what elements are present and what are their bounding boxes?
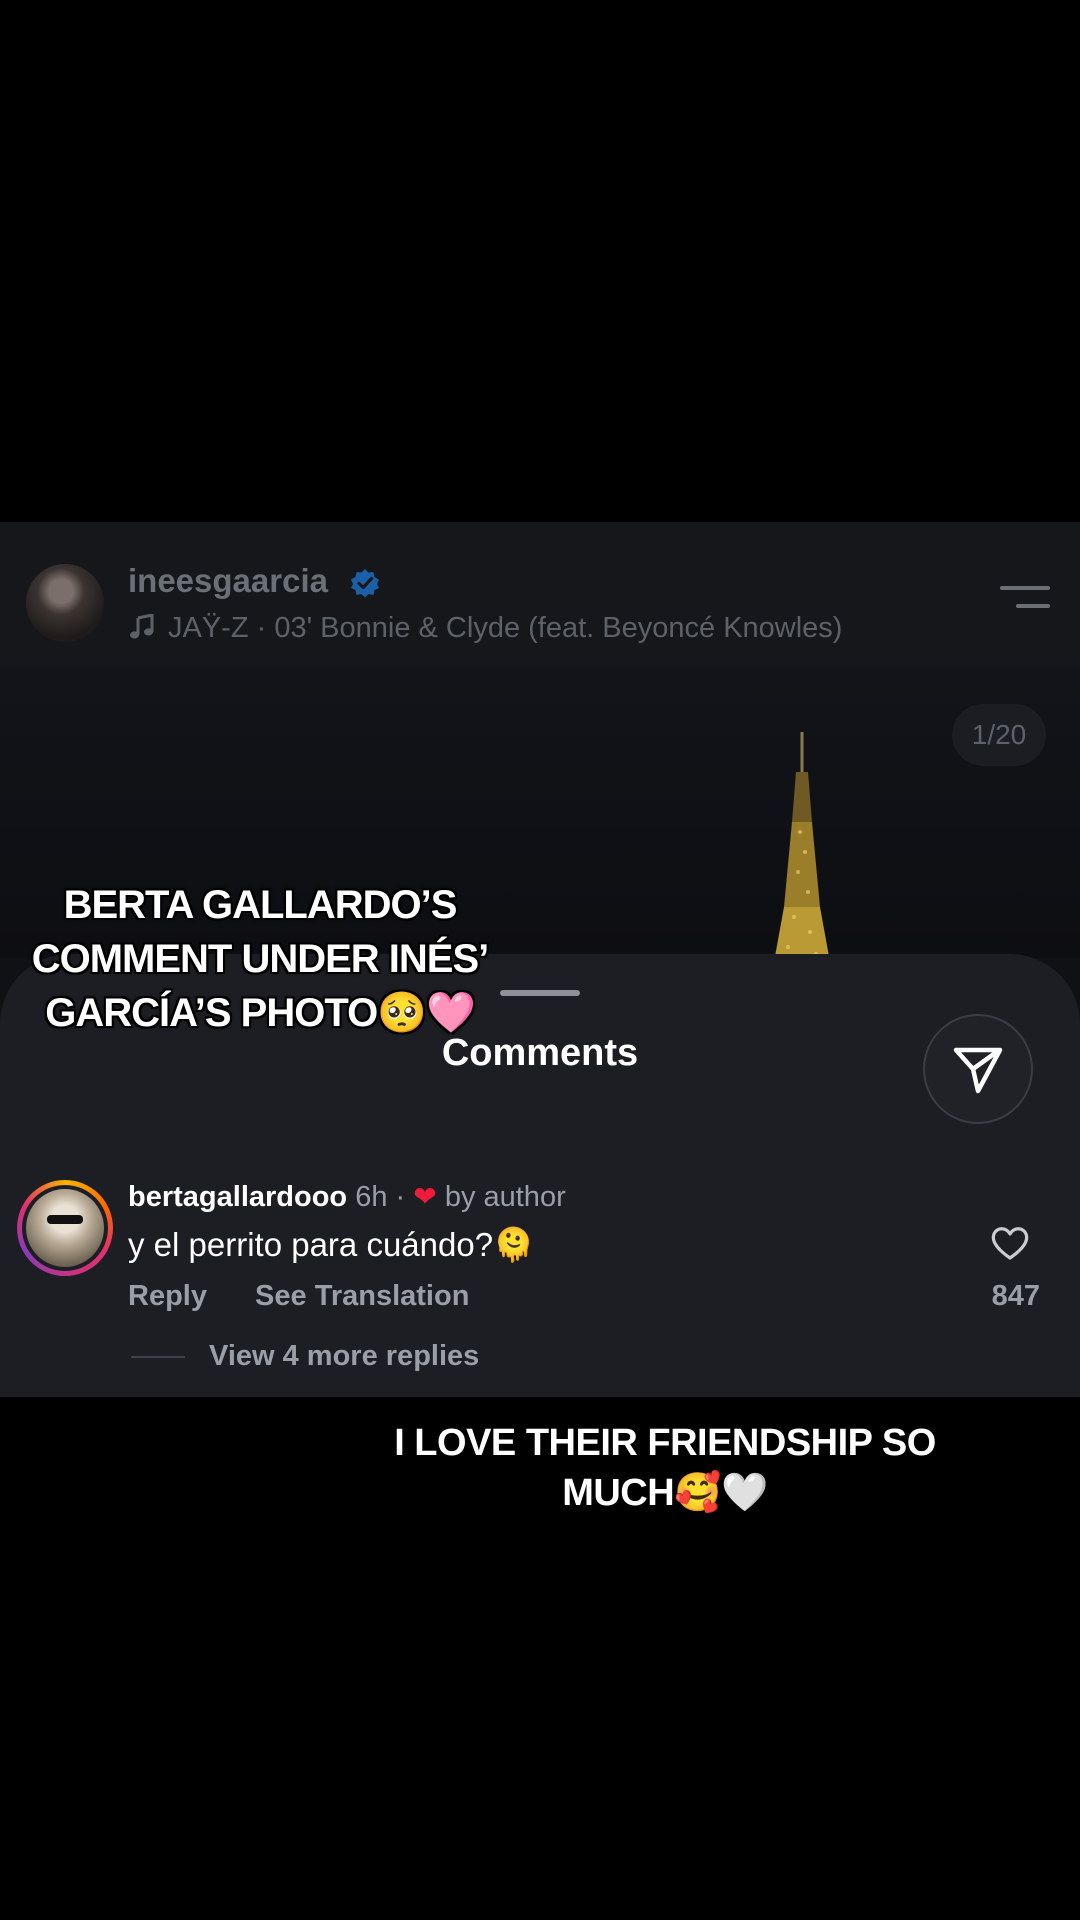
- caption-top-line-2: COMMENT UNDER INÉS’: [31, 937, 490, 981]
- menu-icon[interactable]: [1000, 586, 1050, 616]
- post-username[interactable]: ineesgaarcia: [128, 562, 328, 600]
- like-count: 847: [991, 1280, 1040, 1312]
- verified-badge-icon: [351, 569, 379, 598]
- music-track-label: JAŸ-Z · 03' Bonnie & Clyde (feat. Beyonc…: [168, 612, 843, 644]
- meta-separator: ·: [395, 1181, 406, 1213]
- carousel-counter: 1/20: [952, 704, 1046, 766]
- overlay-caption-top: BERTA GALLARDO’S COMMENT UNDER INÉS’ GAR…: [0, 878, 520, 1040]
- overlay-caption-bottom: I LOVE THEIR FRIENDSHIP SO MUCH🥰🤍: [350, 1418, 980, 1518]
- caption-bottom-line-1: I LOVE THEIR FRIENDSHIP SO: [394, 1422, 936, 1464]
- author-heart-icon: ❤: [413, 1181, 437, 1212]
- see-translation-button[interactable]: See Translation: [255, 1280, 469, 1312]
- liked-by-author-label: by author: [444, 1181, 566, 1213]
- eiffel-tower-image: [774, 732, 830, 962]
- comment-actions: Reply See Translation: [128, 1280, 509, 1313]
- caption-top-line-3: GARCÍA’S PHOTO🥺🩷: [45, 991, 476, 1035]
- music-line[interactable]: JAŸ-Z · 03' Bonnie & Clyde (feat. Beyonc…: [128, 612, 842, 645]
- view-more-replies-button[interactable]: View 4 more replies: [131, 1340, 479, 1373]
- post-header: ineesgaarcia JAŸ-Z · 03' Bonnie & Clyde …: [0, 522, 1080, 669]
- commenter-username[interactable]: bertagallardooo: [128, 1181, 347, 1213]
- post-author-avatar[interactable]: [26, 564, 104, 642]
- caption-top-line-1: BERTA GALLARDO’S: [63, 883, 458, 927]
- comment-text: y el perrito para cuándo?🫠: [128, 1226, 535, 1263]
- reply-button[interactable]: Reply: [128, 1280, 207, 1312]
- music-note-icon: [130, 614, 154, 639]
- like-heart-icon[interactable]: [990, 1224, 1030, 1262]
- comment-header: bertagallardooo 6h · ❤ by author: [128, 1180, 566, 1214]
- view-more-replies-label: View 4 more replies: [209, 1340, 480, 1372]
- share-button[interactable]: [923, 1014, 1033, 1124]
- send-icon: [953, 1047, 1003, 1094]
- commenter-avatar[interactable]: [17, 1180, 113, 1276]
- caption-bottom-line-2: MUCH🥰🤍: [562, 1472, 768, 1514]
- comment-time: 6h: [355, 1181, 388, 1213]
- replies-divider: [131, 1356, 185, 1359]
